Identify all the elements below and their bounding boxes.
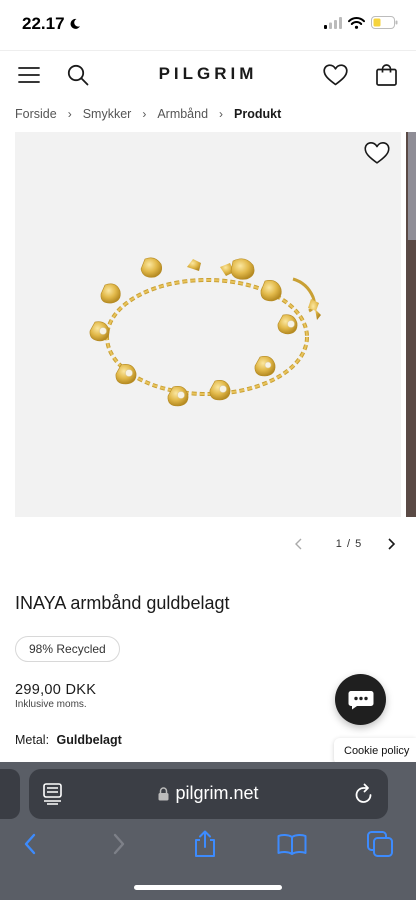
breadcrumb-separator-icon: › (142, 107, 147, 121)
breadcrumb-jewelry[interactable]: Smykker (83, 107, 132, 121)
site-logo[interactable]: PILGRIM (159, 64, 258, 83)
breadcrumb-bracelets[interactable]: Armbånd (157, 107, 208, 121)
tab-overview-button[interactable] (362, 826, 398, 862)
forward-button[interactable] (101, 826, 137, 862)
moon-icon (70, 18, 80, 29)
back-button[interactable] (12, 826, 48, 862)
tab-overview-icon (367, 831, 393, 857)
home-indicator (134, 885, 282, 890)
metal-value: Guldbelagt (56, 733, 122, 747)
lock-icon (158, 786, 169, 800)
status-bar: 22.17 (0, 0, 416, 50)
heart-icon (322, 64, 348, 86)
chat-button[interactable] (335, 674, 386, 725)
product-image-gallery[interactable] (15, 132, 401, 517)
next-image-preview-detail (408, 132, 416, 240)
reload-icon[interactable] (354, 783, 374, 805)
forward-icon (113, 833, 125, 855)
next-image-button[interactable] (386, 532, 406, 556)
previous-tab-peek[interactable] (0, 769, 20, 819)
breadcrumb-separator-icon: › (219, 107, 224, 121)
wishlist-heart-icon (364, 142, 390, 164)
back-icon (24, 833, 36, 855)
bag-icon (375, 64, 397, 86)
search-button[interactable] (66, 51, 90, 99)
wishlist-button[interactable] (322, 51, 348, 99)
menu-icon (18, 67, 40, 83)
battery-icon (371, 16, 398, 29)
image-counter: 1 / 5 (335, 538, 363, 550)
wifi-icon (348, 16, 365, 29)
cookie-policy-tab[interactable]: Cookie policy (334, 738, 416, 765)
signal-icon (324, 16, 342, 29)
tax-note: Inklusive moms. (15, 699, 87, 710)
chat-icon (348, 690, 373, 709)
chevron-right-icon (388, 538, 396, 550)
previous-image-button[interactable] (294, 532, 314, 556)
bookmarks-button[interactable] (274, 826, 310, 862)
bookmarks-icon (277, 833, 307, 855)
share-icon (195, 830, 215, 857)
address-bar[interactable]: pilgrim.net (29, 769, 388, 819)
logo-container: PILGRIM (0, 64, 416, 84)
product-title: INAYA armbånd guldbelagt (15, 593, 230, 613)
breadcrumb-separator-icon: › (67, 107, 72, 121)
cart-button[interactable] (374, 51, 398, 99)
breadcrumb: Forside › Smykker › Armbånd › Produkt (15, 107, 281, 121)
recycled-badge: 98% Recycled (15, 636, 120, 662)
bracelet-product-image (89, 257, 321, 407)
address-text: pilgrim.net (29, 783, 388, 804)
status-icons (324, 16, 398, 29)
metal-label: Metal: (15, 733, 50, 747)
image-wishlist-button[interactable] (364, 141, 390, 165)
chevron-left-icon (295, 538, 302, 550)
browser-nav-row (0, 826, 416, 862)
breadcrumb-current: Produkt (234, 107, 282, 121)
metal-row: Metal: Guldbelagt (15, 733, 122, 747)
share-button[interactable] (187, 826, 223, 862)
site-header: PILGRIM (0, 50, 416, 98)
product-price: 299,00 DKK (15, 682, 97, 698)
clock: 22.17 (22, 14, 65, 33)
menu-button[interactable] (16, 51, 42, 99)
status-time: 22.17 (22, 14, 81, 34)
breadcrumb-home[interactable]: Forside (15, 107, 57, 121)
search-icon (67, 64, 89, 86)
url-text: pilgrim.net (175, 783, 259, 803)
